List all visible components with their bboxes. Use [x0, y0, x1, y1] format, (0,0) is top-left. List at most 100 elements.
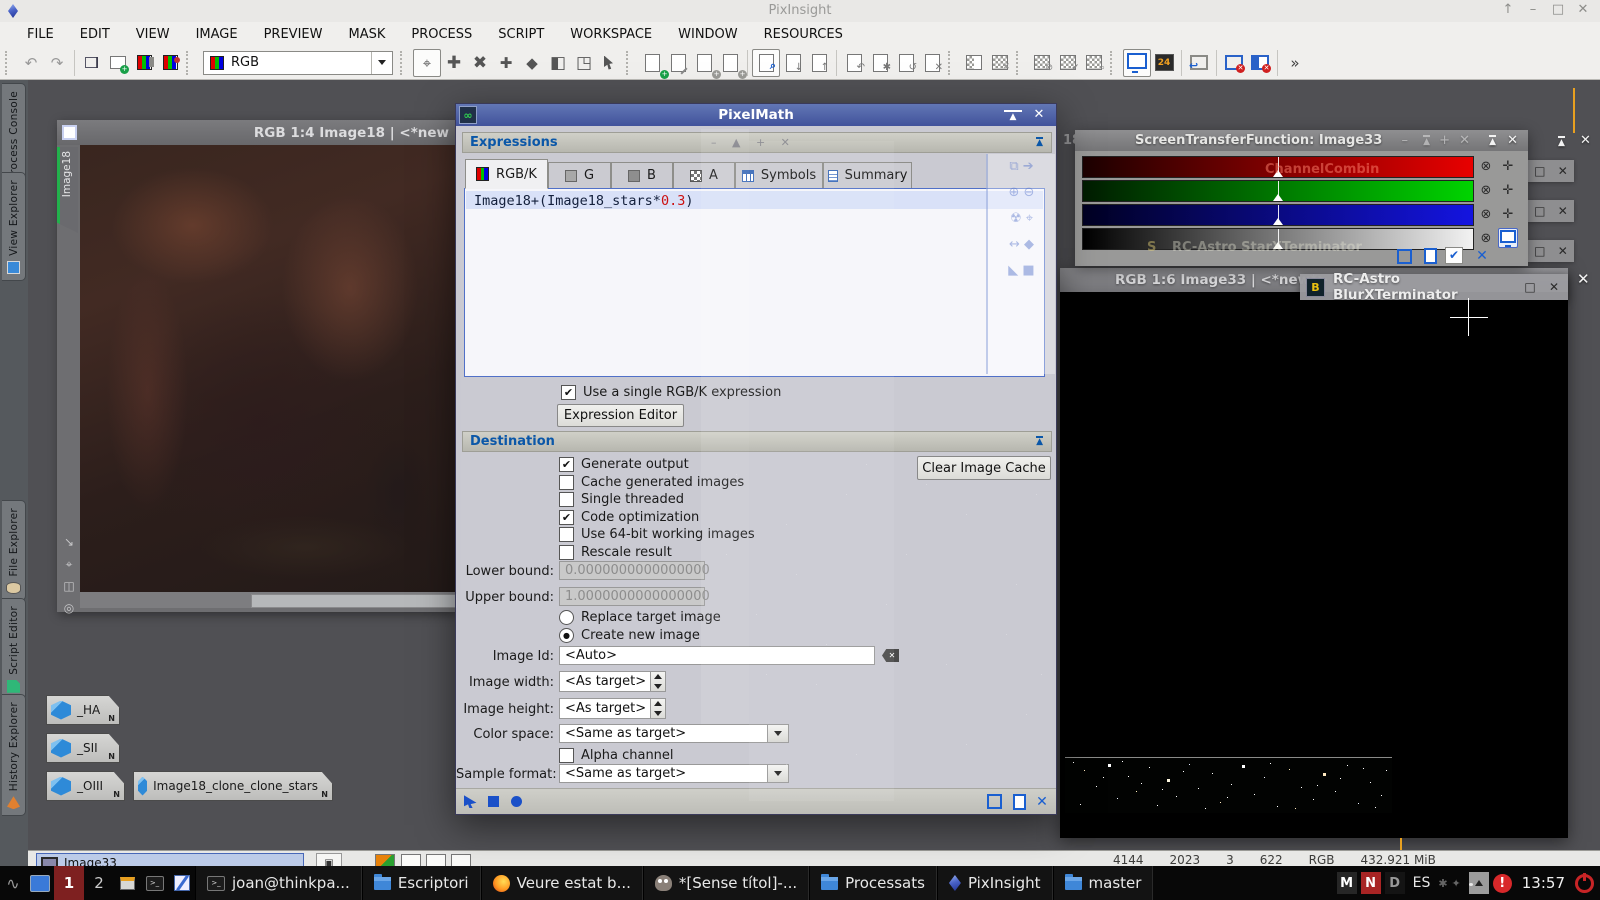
- task-master[interactable]: master: [1053, 866, 1154, 900]
- fit-view-icon[interactable]: ↘: [60, 535, 78, 549]
- stf-blue-midtone-marker[interactable]: [1278, 205, 1279, 225]
- image18-canvas[interactable]: [80, 145, 455, 592]
- arrow-cursor-icon[interactable]: [597, 50, 623, 76]
- task-gimp[interactable]: *[Sense títol]-...: [643, 866, 809, 900]
- dock-close-icon[interactable]: ✕: [1580, 133, 1591, 148]
- create-new-image-radio[interactable]: ●: [559, 628, 574, 643]
- load-process-icon[interactable]: ↓: [780, 50, 806, 76]
- zoom-in-mode-icon[interactable]: ✖: [467, 50, 493, 76]
- view-selector-tab-image33[interactable]: Image33: [36, 853, 304, 867]
- readout-mode-icon[interactable]: ⌖: [413, 49, 441, 77]
- select-view-icon[interactable]: ◳: [571, 50, 597, 76]
- chevron-down-icon[interactable]: [767, 765, 788, 782]
- replace-target-radio[interactable]: [559, 610, 574, 625]
- duplicate-view-icon[interactable]: ◫: [60, 579, 78, 593]
- collapse-section-icon[interactable]: ▲: [1036, 137, 1043, 148]
- screen-transfer-icon[interactable]: [1123, 49, 1151, 77]
- image18-view-tab[interactable]: Image18: [57, 147, 78, 233]
- dialog-close-icon[interactable]: ✕: [1030, 107, 1048, 122]
- horizontal-scrollbar[interactable]: [80, 592, 455, 608]
- tab-symbols[interactable]: Symbols: [735, 162, 823, 189]
- stf-shrink-icon[interactable]: ✕: [1473, 247, 1491, 265]
- channel-selector-dropdown[interactable]: RGB: [203, 51, 393, 75]
- chevron-down-icon[interactable]: [767, 725, 788, 742]
- task-escriptori[interactable]: Escriptori: [362, 866, 481, 900]
- stf-minimize-icon[interactable]: –: [1402, 133, 1409, 148]
- sidebar-tab-script-editor[interactable]: Script Editor: [2, 598, 26, 700]
- task-pixinsight[interactable]: PixInsight: [937, 866, 1053, 900]
- stf-track-view-checkbox[interactable]: ✔: [1445, 246, 1463, 264]
- docked-window-buttons[interactable]: □✕: [1528, 240, 1574, 262]
- zoom-to-fit-icon[interactable]: ✚: [441, 50, 467, 76]
- rename-view-icon[interactable]: I: [79, 50, 105, 76]
- docked-window-buttons[interactable]: □✕: [1528, 200, 1574, 222]
- task-terminal[interactable]: >_ joan@thinkpa...: [195, 866, 362, 900]
- image-height-control[interactable]: <As target>: [559, 698, 666, 719]
- scrollbar-thumb[interactable]: [251, 594, 457, 608]
- chevron-down-icon[interactable]: [371, 52, 392, 74]
- edit-process-icon[interactable]: [665, 50, 691, 76]
- show-mask-icon[interactable]: [961, 50, 987, 76]
- view-list-button[interactable]: ▣: [316, 853, 342, 867]
- tab-rgbk[interactable]: RGB/K: [465, 159, 548, 189]
- new-window-icon[interactable]: +: [105, 50, 131, 76]
- menu-image[interactable]: IMAGE: [183, 27, 251, 42]
- sidebar-tab-history-explorer[interactable]: History Explorer: [2, 694, 26, 816]
- stf-pin-icon[interactable]: ▲: [1489, 135, 1496, 147]
- stf-float-icon[interactable]: +: [1439, 133, 1450, 148]
- color-management-24bit-icon[interactable]: 24: [1151, 50, 1177, 76]
- stf-titlebar[interactable]: ScreenTransferFunction: Image33 – ▲ + ✕ …: [1075, 130, 1528, 151]
- blurx-shade-icon[interactable]: □: [1522, 280, 1538, 294]
- new-process-icon-icon[interactable]: +: [639, 50, 665, 76]
- show-mask-overlay-icon[interactable]: ⌕: [1081, 50, 1107, 76]
- tray-indicator-n[interactable]: N: [1361, 872, 1381, 894]
- keyboard-layout-indicator[interactable]: ES: [1409, 875, 1435, 891]
- blurxterminator-titlebar[interactable]: B RC-Astro BlurXTerminator □ ✕: [1300, 274, 1568, 300]
- clear-image-id-icon[interactable]: ✕: [882, 649, 899, 662]
- image33-window[interactable]: RGB 1:6 Image33 | <*new*>: [1060, 268, 1568, 838]
- rgb-alpha-icon[interactable]: [157, 50, 183, 76]
- code-optimization-checkbox[interactable]: ✔: [559, 510, 574, 525]
- sidebar-tab-view-explorer[interactable]: View Explorer: [2, 172, 26, 281]
- alert-icon[interactable]: !: [1493, 874, 1512, 893]
- tab-b[interactable]: B: [611, 162, 673, 189]
- close-all-windows-icon[interactable]: ✕: [1247, 50, 1273, 76]
- readout-target-icon[interactable]: ◎: [60, 601, 78, 615]
- pixelmath-dialog[interactable]: ∞ PixelMath ▲ ✕ Expressions ▲ RGB/K G B …: [455, 103, 1057, 815]
- undo-icon[interactable]: ↶: [18, 50, 44, 76]
- expression-editor-area[interactable]: Image18+(Image18_stars*0.3): [464, 188, 1045, 377]
- power-icon[interactable]: [1575, 874, 1594, 893]
- single-threaded-checkbox[interactable]: [559, 492, 574, 507]
- add-icon-gray2-icon[interactable]: +: [717, 50, 743, 76]
- use-64bit-checkbox[interactable]: [559, 527, 574, 542]
- stf-red-slider[interactable]: [1082, 156, 1474, 178]
- blurx-close-icon[interactable]: ✕: [1546, 280, 1562, 294]
- add-icon-gray-icon[interactable]: +: [691, 50, 717, 76]
- stf-blue-reset-icon[interactable]: ⊗: [1477, 205, 1495, 223]
- redo-icon[interactable]: ↷: [44, 50, 70, 76]
- dynamic-mode-icon[interactable]: ◆: [519, 50, 545, 76]
- workspace-2-button[interactable]: 2: [84, 866, 114, 900]
- menu-script[interactable]: SCRIPT: [485, 27, 557, 42]
- pixelmath-titlebar[interactable]: ∞ PixelMath ▲ ✕: [456, 104, 1056, 126]
- expression-code[interactable]: Image18+(Image18_stars*0.3): [474, 193, 693, 209]
- thumbnail-image18-clone-clone-stars[interactable]: Image18_clone_clone_stars N: [133, 771, 333, 801]
- dock-pin-icon[interactable]: ▲: [1558, 136, 1565, 148]
- package-app-icon[interactable]: [114, 866, 141, 900]
- stf-red-reset-icon[interactable]: ⊗: [1477, 157, 1495, 175]
- process-explorer-icon[interactable]: ⌕: [752, 49, 780, 77]
- stf-lum-reset-icon[interactable]: ⊗: [1477, 229, 1495, 247]
- task-processats[interactable]: Processats: [809, 866, 937, 900]
- menu-preview[interactable]: PREVIEW: [251, 27, 336, 42]
- apply-global-icon[interactable]: [508, 794, 524, 809]
- delete-process-icon[interactable]: ✕: [919, 50, 945, 76]
- menu-process[interactable]: PROCESS: [398, 27, 485, 42]
- stf-green-slider[interactable]: [1082, 180, 1474, 202]
- app-launcher-icon[interactable]: ∿: [0, 866, 26, 900]
- collapse-section-icon[interactable]: ▲: [1036, 436, 1043, 447]
- stf-green-edit-icon[interactable]: ✛: [1499, 181, 1517, 199]
- shrink-dialog-icon[interactable]: ✕: [1034, 794, 1050, 809]
- image18-window-titlebar[interactable]: RGB 1:4 Image18 | <*new: [57, 120, 455, 145]
- enable-mask-icon[interactable]: ✔: [1055, 50, 1081, 76]
- menu-view[interactable]: VIEW: [123, 27, 183, 42]
